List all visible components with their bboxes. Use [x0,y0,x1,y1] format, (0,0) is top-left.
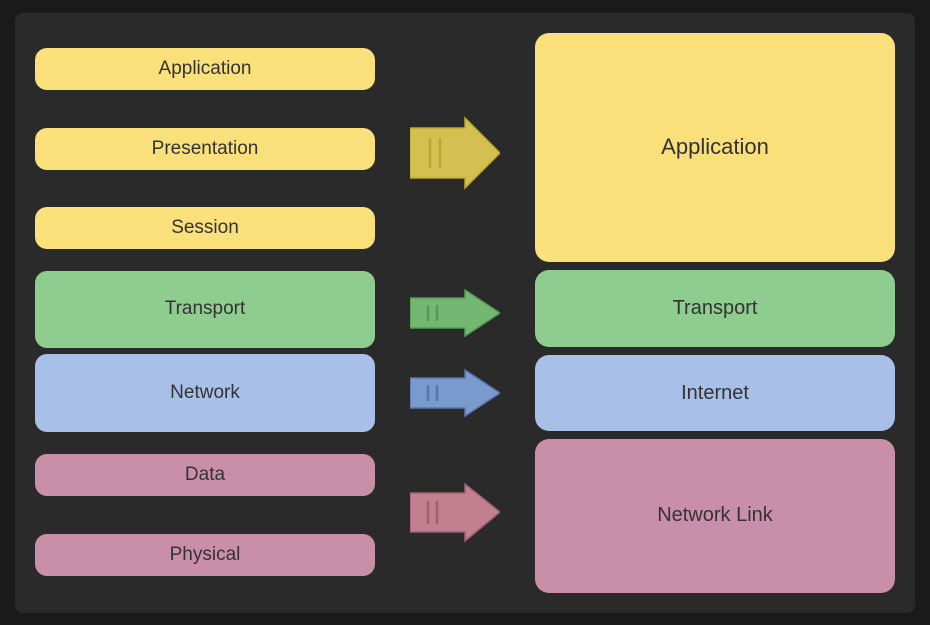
diagram-container: Application Presentation Session Transpo… [15,13,915,613]
arrow-yellow-item [385,33,525,273]
middle-column [385,33,525,593]
left-column: Application Presentation Session Transpo… [25,33,385,593]
tcpip-transport-box: Transport [535,270,895,347]
osi-pink-group: Data Physical [35,438,375,593]
right-column: Application Transport Internet Network L… [525,33,905,593]
osi-session-box: Session [35,207,375,249]
osi-network-box: Network [35,354,375,431]
osi-green-group: Transport [35,271,375,348]
arrow-pink-item [385,433,525,593]
arrows-container [385,33,525,593]
arrow-blue-icon [410,368,500,418]
osi-transport-box: Transport [35,271,375,348]
tcpip-application-box: Application [535,33,895,263]
tcpip-networklink-box: Network Link [535,439,895,592]
arrow-yellow-icon [410,108,500,198]
arrow-blue-item [385,353,525,433]
osi-application-box: Application [35,48,375,90]
arrow-green-icon [410,288,500,338]
arrow-green-item [385,273,525,353]
tcpip-internet-box: Internet [535,355,895,432]
osi-yellow-group: Application Presentation Session [35,33,375,265]
osi-presentation-box: Presentation [35,128,375,170]
osi-data-box: Data [35,454,375,496]
arrow-pink-icon [410,480,500,545]
osi-blue-group: Network [35,354,375,431]
osi-physical-box: Physical [35,534,375,576]
